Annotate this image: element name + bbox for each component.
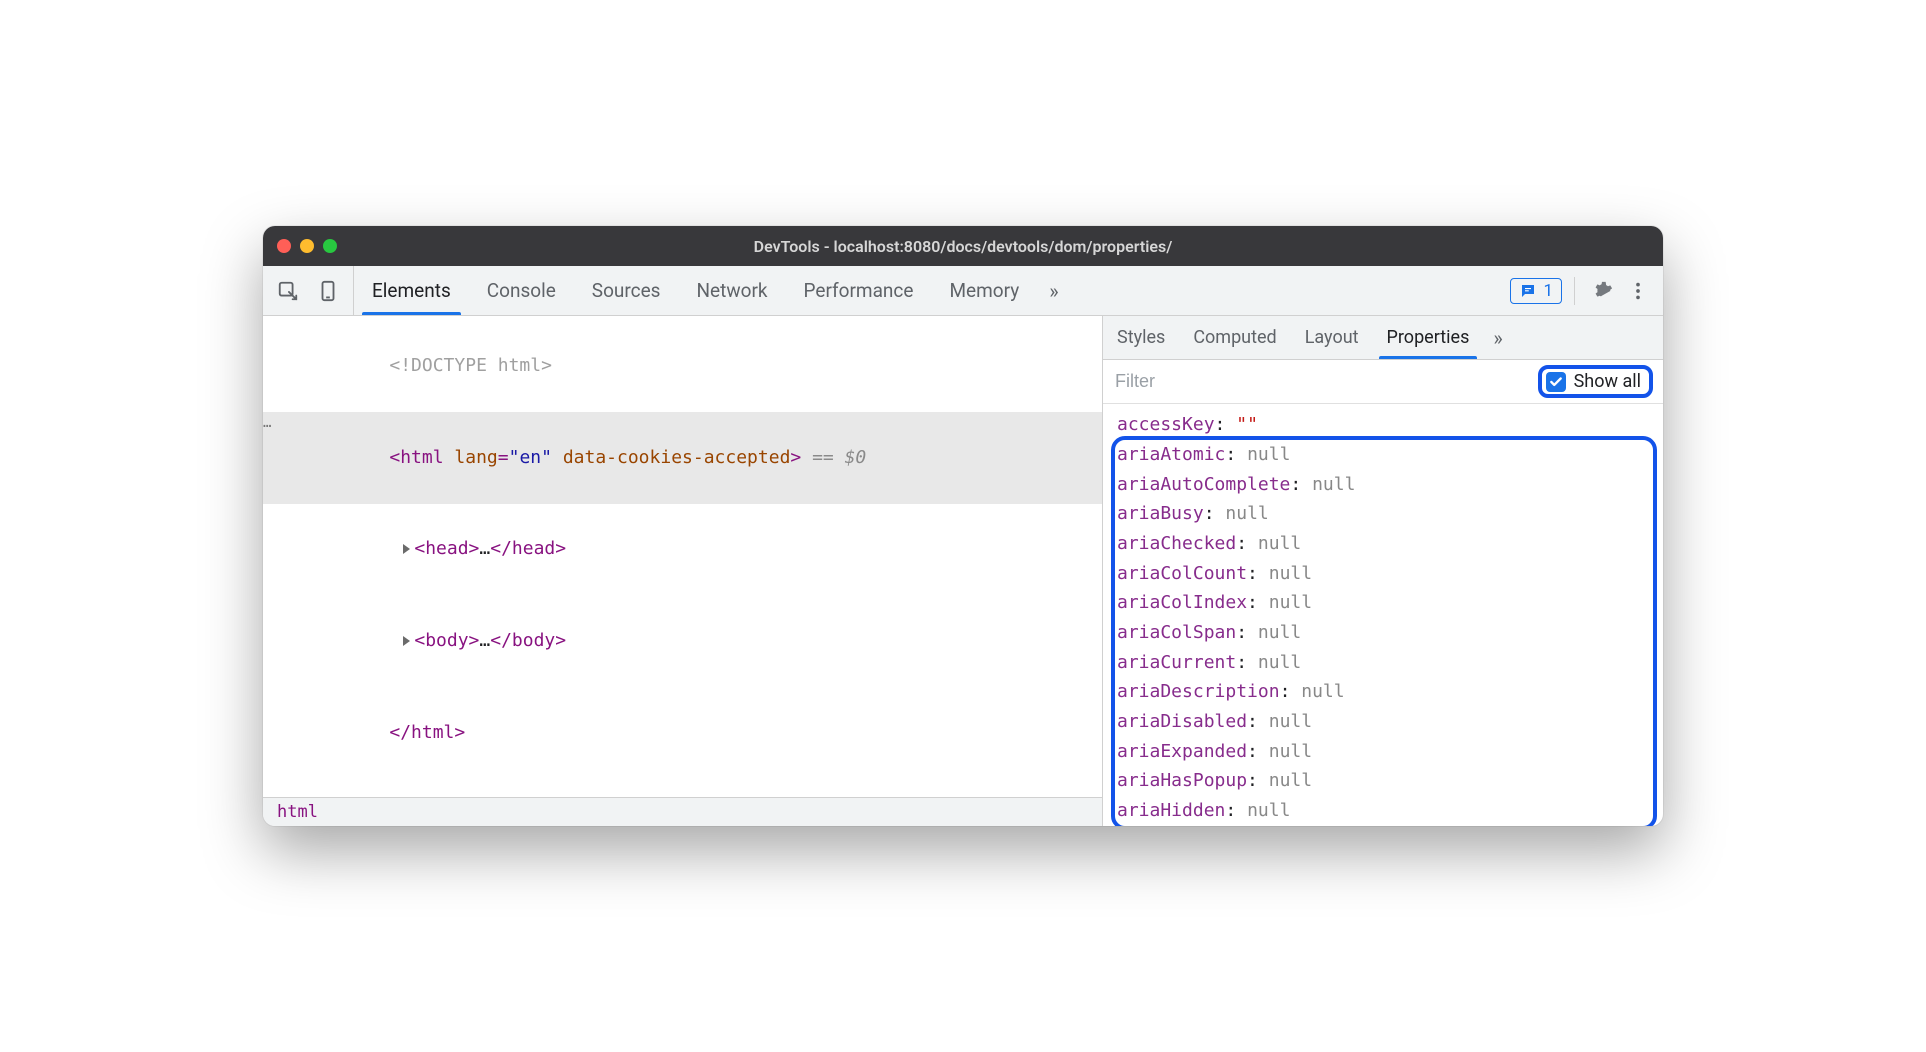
side-tab-computed[interactable]: Computed <box>1179 316 1290 359</box>
chevron-right-double-icon: » <box>1049 279 1058 303</box>
toolbar-right-group: 1 <box>1500 266 1663 315</box>
property-row[interactable]: accessKey: "" <box>1117 410 1651 440</box>
property-value: null <box>1225 503 1268 524</box>
property-row[interactable]: ariaHidden: null <box>1117 796 1651 826</box>
property-row[interactable]: ariaDescription: null <box>1117 677 1651 707</box>
property-value: null <box>1269 592 1312 613</box>
property-value: null <box>1269 770 1312 791</box>
expand-triangle-icon[interactable] <box>403 544 410 554</box>
property-value: null <box>1269 741 1312 762</box>
property-row[interactable]: ariaHasPopup: null <box>1117 766 1651 796</box>
window-maximize-button[interactable] <box>323 239 337 253</box>
tab-network[interactable]: Network <box>678 266 785 315</box>
property-name: ariaChecked <box>1117 533 1236 554</box>
property-value: null <box>1312 474 1355 495</box>
property-name: ariaHasPopup <box>1117 770 1247 791</box>
property-value: null <box>1301 681 1344 702</box>
device-toolbar-icon[interactable] <box>313 276 343 306</box>
traffic-lights <box>277 239 337 253</box>
more-vertical-icon <box>1627 280 1649 302</box>
property-name: ariaColIndex <box>1117 592 1247 613</box>
property-name: accessKey <box>1117 414 1215 435</box>
breadcrumb-item[interactable]: html <box>277 802 318 822</box>
divider <box>1574 277 1575 305</box>
dom-node-head[interactable]: <head>…</head> <box>263 504 1102 596</box>
kebab-menu-button[interactable] <box>1623 276 1653 306</box>
property-row[interactable]: ariaBusy: null <box>1117 499 1651 529</box>
tab-performance[interactable]: Performance <box>786 266 932 315</box>
property-row[interactable]: ariaCurrent: null <box>1117 648 1651 678</box>
filter-input[interactable] <box>1115 371 1528 392</box>
dom-node-html[interactable]: <html lang="en" data-cookies-accepted> =… <box>263 412 1102 504</box>
side-tabs: StylesComputedLayoutProperties» <box>1103 316 1663 360</box>
property-row[interactable]: ariaExpanded: null <box>1117 737 1651 767</box>
settings-button[interactable] <box>1587 276 1617 306</box>
console-ref-label: == $0 <box>801 447 866 468</box>
side-panel: StylesComputedLayoutProperties» Show all… <box>1103 316 1663 826</box>
toolbar-left-group <box>263 266 354 315</box>
side-tab-styles[interactable]: Styles <box>1103 316 1179 359</box>
tab-memory[interactable]: Memory <box>931 266 1037 315</box>
property-value: "" <box>1236 414 1258 435</box>
dom-doctype[interactable]: <!DOCTYPE html> <box>263 320 1102 412</box>
side-tabs-overflow[interactable]: » <box>1483 316 1512 359</box>
property-value: null <box>1247 444 1290 465</box>
property-name: ariaHidden <box>1117 800 1225 821</box>
main-tabs-overflow[interactable]: » <box>1037 266 1070 315</box>
titlebar: DevTools - localhost:8080/docs/devtools/… <box>263 226 1663 266</box>
show-all-toggle[interactable]: Show all <box>1538 365 1653 398</box>
side-tab-layout[interactable]: Layout <box>1291 316 1373 359</box>
property-name: ariaAutoComplete <box>1117 474 1290 495</box>
property-row[interactable]: ariaDisabled: null <box>1117 707 1651 737</box>
issues-count: 1 <box>1543 281 1553 301</box>
panels-split: <!DOCTYPE html> <html lang="en" data-coo… <box>263 316 1663 826</box>
dom-tree[interactable]: <!DOCTYPE html> <html lang="en" data-coo… <box>263 316 1102 797</box>
property-name: ariaAtomic <box>1117 444 1225 465</box>
property-name: ariaBusy <box>1117 503 1204 524</box>
property-value: null <box>1258 533 1301 554</box>
property-row[interactable]: ariaAtomic: null <box>1117 440 1651 470</box>
doctype-text: <!DOCTYPE html> <box>389 355 552 376</box>
dom-breadcrumb[interactable]: html <box>263 797 1102 826</box>
property-row[interactable]: ariaColSpan: null <box>1117 618 1651 648</box>
dom-node-html-close[interactable]: </html> <box>263 687 1102 779</box>
tab-console[interactable]: Console <box>469 266 574 315</box>
property-name: ariaDescription <box>1117 681 1280 702</box>
property-value: null <box>1269 563 1312 584</box>
gear-icon <box>1591 280 1613 302</box>
property-row[interactable]: ariaAutoComplete: null <box>1117 470 1651 500</box>
window-title: DevTools - localhost:8080/docs/devtools/… <box>263 237 1663 256</box>
property-name: ariaExpanded <box>1117 741 1247 762</box>
checkbox-checked-icon[interactable] <box>1546 372 1566 392</box>
property-value: null <box>1258 652 1301 673</box>
tab-elements[interactable]: Elements <box>354 266 469 315</box>
inspect-element-icon[interactable] <box>273 276 303 306</box>
chat-icon <box>1519 282 1537 300</box>
main-tabs: ElementsConsoleSourcesNetworkPerformance… <box>354 266 1037 315</box>
devtools-window: DevTools - localhost:8080/docs/devtools/… <box>263 226 1663 826</box>
main-toolbar: ElementsConsoleSourcesNetworkPerformance… <box>263 266 1663 316</box>
dom-node-body[interactable]: <body>…</body> <box>263 596 1102 688</box>
issues-badge[interactable]: 1 <box>1510 278 1562 304</box>
show-all-label: Show all <box>1574 371 1641 392</box>
property-row[interactable]: ariaColCount: null <box>1117 559 1651 589</box>
window-close-button[interactable] <box>277 239 291 253</box>
property-value: null <box>1247 800 1290 821</box>
window-minimize-button[interactable] <box>300 239 314 253</box>
property-row[interactable]: ariaChecked: null <box>1117 529 1651 559</box>
property-name: ariaColSpan <box>1117 622 1236 643</box>
side-tab-properties[interactable]: Properties <box>1373 316 1484 359</box>
property-name: ariaCurrent <box>1117 652 1236 673</box>
expand-triangle-icon[interactable] <box>403 636 410 646</box>
properties-toolbar: Show all <box>1103 360 1663 404</box>
properties-list[interactable]: accessKey: ""ariaAtomic: nullariaAutoCom… <box>1103 404 1663 826</box>
tab-sources[interactable]: Sources <box>574 266 679 315</box>
property-row[interactable]: ariaColIndex: null <box>1117 588 1651 618</box>
property-name: ariaColCount <box>1117 563 1247 584</box>
property-value: null <box>1269 711 1312 732</box>
elements-panel: <!DOCTYPE html> <html lang="en" data-coo… <box>263 316 1103 826</box>
property-name: ariaDisabled <box>1117 711 1247 732</box>
property-value: null <box>1258 622 1301 643</box>
